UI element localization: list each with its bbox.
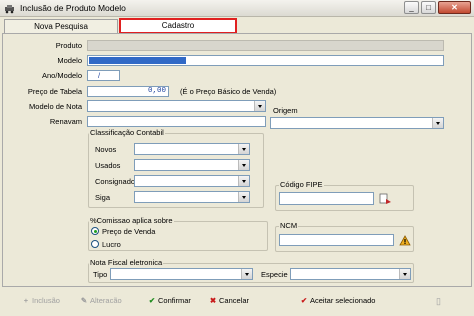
novos-select[interactable] (134, 143, 250, 155)
origem-label: Origem (273, 106, 298, 115)
consignado-select[interactable] (134, 175, 250, 187)
siga-select[interactable] (134, 191, 250, 203)
aceitar-selecionado-button[interactable]: ✔ Aceitar selecionado (298, 294, 376, 308)
inclusao-button[interactable]: + Inclusão (20, 294, 60, 308)
aceitar-label: Aceitar selecionado (310, 296, 376, 305)
chevron-down-icon[interactable] (238, 192, 249, 202)
renavam-input[interactable] (87, 116, 266, 127)
inclusao-label: Inclusão (32, 296, 60, 305)
minimize-button[interactable]: _ (404, 1, 419, 14)
origem-select[interactable] (270, 117, 444, 129)
cancel-x-icon: ✖ (209, 296, 217, 305)
tab-cadastro[interactable]: Cadastro (119, 18, 237, 34)
lucro-radio[interactable] (91, 240, 99, 248)
alteracao-label: Alteracão (90, 296, 122, 305)
cancelar-button[interactable]: ✖ Cancelar (207, 294, 249, 308)
ano-modelo-value: / (98, 71, 101, 80)
produto-field (87, 40, 444, 51)
exit-door-icon[interactable]: ▯ (436, 294, 441, 308)
warning-icon[interactable] (399, 235, 411, 246)
preco-venda-radio[interactable] (91, 227, 99, 235)
produto-label: Produto (55, 41, 82, 50)
especie-select[interactable] (290, 268, 411, 280)
usados-label: Usados (95, 161, 121, 170)
text-selection-highlight (89, 57, 186, 64)
search-fipe-icon[interactable] (379, 193, 392, 205)
bottom-toolbar: + Inclusão ✎ Alteracão ✔ Confirmar ✖ Cancela… (0, 290, 474, 312)
nota-fiscal-title: Nota Fiscal eletronica (89, 258, 164, 267)
ano-modelo-label: Ano/Modelo (41, 71, 82, 80)
ano-modelo-input[interactable]: / (87, 70, 120, 81)
comissao-title: %Comissao aplica sobre (89, 216, 174, 225)
confirmar-button[interactable]: ✔ Confirmar (146, 294, 191, 308)
consignado-label: Consignado (95, 177, 136, 186)
ncm-label: NCM (279, 221, 299, 230)
tipo-select[interactable] (110, 268, 253, 280)
preco-hint: (É o Preço Básico de Venda) (180, 87, 277, 96)
chevron-down-icon[interactable] (238, 160, 249, 170)
usados-select[interactable] (134, 159, 250, 171)
alteracao-button[interactable]: ✎ Alteracão (78, 294, 122, 308)
chevron-down-icon[interactable] (238, 144, 249, 154)
preco-tabela-input[interactable]: 0,00 (87, 86, 169, 97)
classificacao-title: Classificação Contabil (89, 128, 165, 137)
chevron-down-icon[interactable] (399, 269, 410, 279)
chevron-down-icon[interactable] (241, 269, 252, 279)
modelo-nota-label: Modelo de Nota (29, 102, 82, 111)
checkmark-red-icon: ✔ (300, 296, 308, 305)
fipe-input[interactable] (279, 192, 374, 205)
especie-label: Especie (261, 270, 288, 279)
lucro-label: Lucro (102, 240, 121, 249)
modelo-nota-select[interactable] (87, 100, 266, 112)
chevron-down-icon[interactable] (254, 101, 265, 111)
confirmar-label: Confirmar (158, 296, 191, 305)
chevron-down-icon[interactable] (432, 118, 443, 128)
car-app-icon (5, 5, 14, 14)
modelo-input[interactable] (87, 55, 444, 66)
edit-icon: ✎ (80, 296, 88, 305)
modelo-label: Modelo (57, 56, 82, 65)
tipo-label: Tipo (93, 270, 108, 279)
ncm-input[interactable] (279, 234, 394, 246)
preco-venda-label: Preço de Venda (102, 227, 156, 236)
maximize-button[interactable]: □ (421, 1, 436, 14)
checkmark-icon: ✔ (148, 296, 156, 305)
chevron-down-icon[interactable] (238, 176, 249, 186)
renavam-label: Renavam (49, 117, 82, 126)
fipe-label: Código FIPE (279, 180, 324, 189)
tab-nova-pesquisa[interactable]: Nova Pesquisa (4, 19, 118, 33)
cancelar-label: Cancelar (219, 296, 250, 305)
title-bar: Inclusão de Produto Modelo _ □ ✕ (0, 0, 474, 17)
window-title: Inclusão de Produto Modelo (20, 3, 126, 13)
siga-label: Siga (95, 193, 111, 202)
novos-label: Novos (95, 145, 117, 154)
plus-icon: + (23, 296, 29, 305)
close-button[interactable]: ✕ (438, 1, 471, 14)
preco-tabela-label: Preço de Tabela (27, 87, 82, 96)
